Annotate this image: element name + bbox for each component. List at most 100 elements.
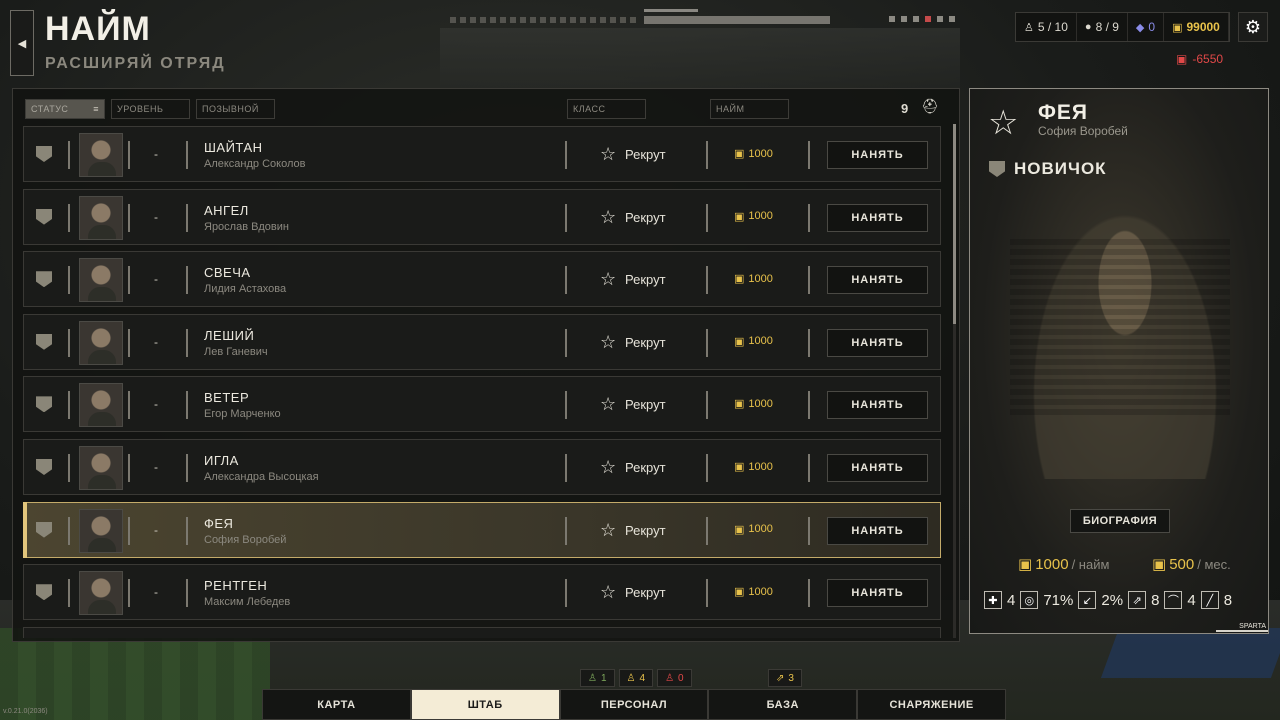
recruit-level: - <box>154 397 158 412</box>
class-star-icon: ☆ <box>600 394 617 415</box>
soldier-icon: ♙ <box>665 672 675 684</box>
recruit-callsign: ВЕТЕР <box>204 390 250 406</box>
recruit-row[interactable]: - АНГЕЛ Ярослав Вдовин ☆ Рекрут ▣ 1000 НАНЯТЬ <box>23 188 941 245</box>
recruit-price-value: 1000 <box>748 147 773 160</box>
filter-status[interactable]: СТАТУС ≡ <box>25 99 105 119</box>
column-divider <box>565 328 567 357</box>
recruit-row[interactable]: - ВЕТЕР Егор Марченко ☆ Рекрут ▣ 1000 НАНЯТЬ <box>23 376 941 433</box>
column-divider <box>68 516 70 545</box>
money-icon: ▣ <box>734 586 745 599</box>
recruit-level: - <box>154 460 158 474</box>
progress-indicator <box>450 17 640 23</box>
hire-button[interactable]: НАНЯТЬ <box>827 391 928 420</box>
recruit-row[interactable]: - СВЕЧА Лидия Астахова ☆ Рекрут ▣ 1000 НАНЯТЬ <box>23 251 941 308</box>
money-icon: ▣ <box>734 273 745 286</box>
hire-button[interactable]: НАНЯТЬ <box>827 203 928 232</box>
column-divider <box>565 454 567 482</box>
class-star-icon: ☆ <box>600 519 617 540</box>
column-divider <box>186 266 188 295</box>
settings-button[interactable]: ⚙ <box>1238 12 1268 42</box>
tab-base[interactable]: БАЗА <box>708 689 858 720</box>
mini-stat-gold: ♙ 4 <box>618 669 654 687</box>
rank-badge-icon <box>36 584 52 601</box>
hire-button[interactable]: НАНЯТЬ <box>827 266 928 295</box>
column-divider <box>808 391 810 420</box>
column-divider <box>186 328 188 357</box>
avatar <box>79 383 123 428</box>
filter-bar: СТАТУС ≡ УРОВЕНЬ ПОЗЫВНОЙ КЛАСС НАЙМ <box>25 99 945 119</box>
column-divider <box>128 141 130 169</box>
column-divider <box>68 579 70 608</box>
portrait-scanlines <box>1010 239 1230 419</box>
rank-badge-icon <box>36 208 52 225</box>
back-button[interactable]: ◀ <box>10 10 34 76</box>
recruit-callsign: ИГЛА <box>204 453 239 468</box>
class-star-icon: ☆ <box>600 206 617 227</box>
biography-button[interactable]: БИОГРАФИЯ <box>1070 509 1170 533</box>
column-divider <box>706 579 708 608</box>
column-divider <box>565 203 567 232</box>
debt-indicator: ▣ -6550 <box>1176 52 1223 66</box>
tab-map[interactable]: КАРТА <box>262 689 411 720</box>
aim-icon: ◎ <box>1020 591 1039 609</box>
column-divider <box>706 266 708 295</box>
class-star-icon: ☆ <box>600 269 617 290</box>
column-divider <box>706 391 708 420</box>
hire-button[interactable]: НАНЯТЬ <box>827 454 928 482</box>
recruit-row[interactable]: - ЛЕШИЙ Лев Ганевич ☆ Рекрут ▣ 1000 НАНЯТЬ <box>23 313 941 370</box>
status-dot <box>937 16 943 22</box>
recruit-level: - <box>154 334 158 349</box>
detail-name: София Воробей <box>1038 124 1128 138</box>
hire-button[interactable]: НАНЯТЬ <box>827 328 928 357</box>
recruit-price: ▣ 1000 <box>734 210 773 223</box>
avatar <box>79 446 123 490</box>
tab-staff[interactable]: ПЕРСОНАЛ <box>559 689 709 720</box>
status-dot <box>949 16 955 22</box>
recruit-row-partial[interactable] <box>23 626 941 638</box>
recruit-row[interactable]: - ФЕЯ София Воробей ☆ Рекрут ▣ 1000 НАНЯТЬ <box>23 501 941 558</box>
column-divider <box>706 454 708 482</box>
recruit-row[interactable]: - ИГЛА Александра Высоцкая ☆ Рекрут ▣ 1000 НАНЯ… <box>23 439 941 495</box>
status-dots <box>889 16 955 22</box>
recruit-price-value: 1000 <box>748 397 773 410</box>
list-scrollbar[interactable] <box>953 124 956 638</box>
class-star-icon: ☆ <box>988 104 1019 142</box>
filter-callsign[interactable]: ПОЗЫВНОЙ <box>196 99 275 119</box>
recruit-price: ▣ 1000 <box>734 147 773 161</box>
column-divider <box>808 266 810 295</box>
scrollbar-thumb[interactable] <box>953 124 956 324</box>
mini-stat-extra: ⇗ 3 <box>768 669 802 687</box>
tab-hq[interactable]: ШТАБ <box>410 689 560 720</box>
rank-badge-icon <box>36 146 52 162</box>
filter-hire[interactable]: НАЙМ <box>710 99 789 119</box>
money-icon: ▣ <box>734 398 745 411</box>
column-divider <box>68 203 70 232</box>
recruit-row[interactable]: - РЕНТГЕН Максим Лебедев ☆ Рекрут ▣ 1000 НАНЯТЬ <box>23 564 941 621</box>
recruit-row[interactable]: - ШАЙТАН Александр Соколов ☆ Рекрут ▣ 1000 НАНЯ… <box>23 126 941 182</box>
detail-rank: НОВИЧОК <box>1014 159 1107 178</box>
tab-equipment[interactable]: СНАРЯЖЕНИЕ <box>857 689 1006 720</box>
filter-class[interactable]: КЛАСС <box>567 99 646 119</box>
recruit-count: 9 <box>901 101 909 116</box>
column-divider <box>128 454 130 482</box>
recruit-name: София Воробей <box>204 533 287 546</box>
monthly-cost-unit: / мес. <box>1197 556 1231 572</box>
money-icon: ▣ <box>734 148 745 160</box>
column-divider <box>128 516 130 545</box>
hire-button[interactable]: НАНЯТЬ <box>827 579 928 608</box>
column-divider <box>68 141 70 169</box>
recruit-rows: - ШАЙТАН Александр Соколов ☆ Рекрут ▣ 1000 НАНЯ… <box>23 126 941 638</box>
people-count: 8 / 9 <box>1095 20 1119 34</box>
bottom-nav: КАРТА ШТАБ ПЕРСОНАЛ БАЗА СНАРЯЖЕНИЕ <box>262 689 1006 720</box>
stat-melee: 8 <box>1223 591 1233 609</box>
filter-callsign-label: ПОЗЫВНОЙ <box>202 104 259 114</box>
recruit-class: Рекрут <box>625 585 666 601</box>
resource-bar: ♙ 5 / 10 ● 8 / 9 ◆ 0 ▣ 99000 <box>1015 12 1230 42</box>
avatar <box>79 133 123 177</box>
hire-button[interactable]: НАНЯТЬ <box>827 141 928 169</box>
detail-callsign: ФЕЯ <box>1038 101 1089 124</box>
column-divider <box>706 203 708 232</box>
filter-level[interactable]: УРОВЕНЬ <box>111 99 190 119</box>
recruit-callsign: ЛЕШИЙ <box>204 327 255 343</box>
hire-button[interactable]: НАНЯТЬ <box>827 516 928 545</box>
